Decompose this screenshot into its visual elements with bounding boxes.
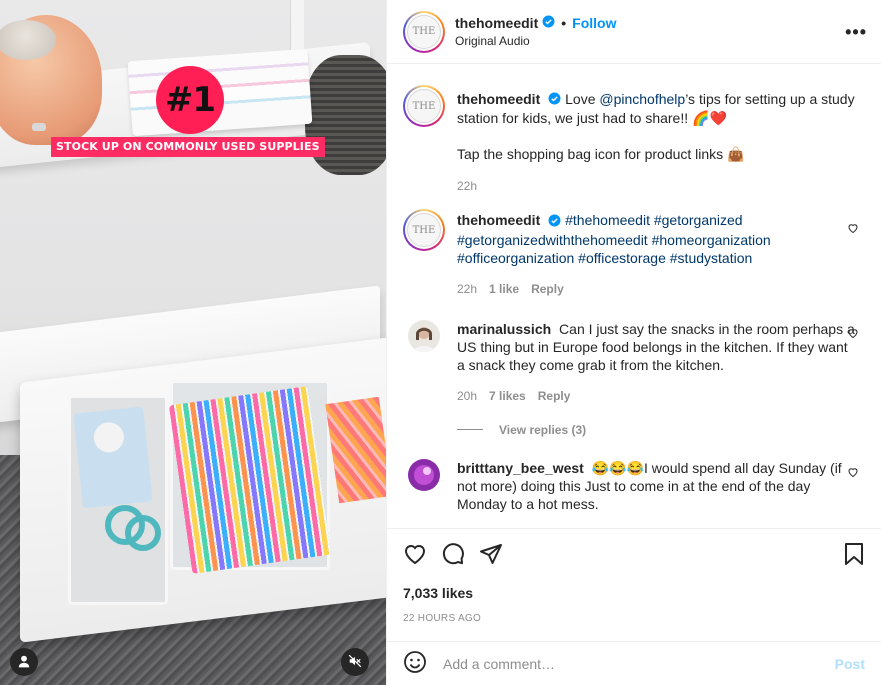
comment-item: marinalussich Can I just say the snacks … <box>403 319 865 405</box>
verified-badge-icon <box>542 15 555 31</box>
likes-count[interactable]: 7,033 likes <box>403 585 865 601</box>
hashtag-link[interactable]: #officestorage <box>578 250 666 266</box>
commenter-avatar[interactable] <box>408 458 440 491</box>
comment-username[interactable]: britttany_bee_west <box>457 460 584 476</box>
post-timestamp[interactable]: 22 HOURS AGO <box>403 613 865 624</box>
comment-bubble-icon[interactable] <box>441 542 465 569</box>
view-replies-label: View replies (3) <box>499 422 587 437</box>
like-comment-heart-icon[interactable] <box>847 465 859 481</box>
caption-second-paragraph: Tap the shopping bag icon for product li… <box>457 146 745 163</box>
comment-input[interactable]: Add a comment… <box>443 656 835 672</box>
comment-username[interactable]: marinalussich <box>457 321 551 337</box>
woven-basket <box>305 55 386 175</box>
hashtag-link[interactable]: #homeorganization <box>652 232 771 248</box>
comments-list[interactable]: THE thehomeedit Love @pinchofhelp’s tips… <box>387 65 881 527</box>
author-username[interactable]: thehomeedit <box>455 15 538 31</box>
avatar-monogram: THE <box>407 213 441 248</box>
author-avatar[interactable]: THE <box>403 85 445 127</box>
comment-likes[interactable]: 1 like <box>489 280 519 298</box>
scissors-handle <box>125 515 161 551</box>
hashtag-link[interactable]: #studystation <box>670 250 753 266</box>
add-comment-bar: Add a comment… Post <box>387 641 881 685</box>
share-paper-plane-icon[interactable] <box>479 542 503 569</box>
separator-dot: • <box>561 15 567 31</box>
comment-item: THE thehomeedit #thehomeedit #getorganiz… <box>403 209 865 297</box>
speaker-muted-icon <box>348 654 362 671</box>
hashtag-link[interactable]: #getorganizedwiththehomeedit <box>457 232 648 248</box>
comment-likes[interactable]: 7 likes <box>489 387 526 405</box>
caption-text-start: Love <box>565 91 600 107</box>
hashtag-link[interactable]: #officeorganization <box>457 250 574 266</box>
comment-username[interactable]: thehomeedit <box>457 212 540 228</box>
user-icon <box>17 654 31 671</box>
post-header: THE thehomeedit • Follow Original Audio … <box>387 0 881 64</box>
number-one-badge: #1 <box>156 66 224 134</box>
mention-link[interactable]: @pinchofhelp <box>599 91 685 107</box>
verified-badge-icon <box>548 213 561 231</box>
replies-divider <box>457 429 483 431</box>
tagged-users-button[interactable] <box>10 648 38 676</box>
emoji-smiley-icon[interactable] <box>403 650 427 677</box>
markers-and-pens <box>168 386 332 574</box>
hashtag-link[interactable]: #getorganized <box>654 212 743 228</box>
commenter-avatar[interactable] <box>408 319 440 352</box>
comment-time[interactable]: 20h <box>457 387 477 405</box>
like-comment-heart-icon[interactable] <box>847 326 859 342</box>
reply-button[interactable]: Reply <box>531 280 564 298</box>
comment-time[interactable]: 22h <box>457 177 477 195</box>
reply-button[interactable]: Reply <box>538 387 571 405</box>
author-avatar[interactable]: THE <box>403 10 445 53</box>
comment-username[interactable]: thehomeedit <box>457 91 540 107</box>
post-comment-button[interactable]: Post <box>835 656 865 672</box>
mute-button[interactable] <box>341 648 369 676</box>
post-media-video[interactable]: #1 STOCK UP ON COMMONLY USED SUPPLIES <box>0 0 386 685</box>
comment-time[interactable]: 22h <box>457 280 477 298</box>
avatar-monogram: THE <box>407 14 441 49</box>
author-avatar[interactable]: THE <box>403 209 445 252</box>
hashtag-link[interactable]: #thehomeedit <box>565 212 650 228</box>
comment-item: britttany_bee_west 😂😂😂I would spend all … <box>403 458 865 513</box>
post-actions: 7,033 likes 22 HOURS AGO <box>387 528 881 624</box>
verified-badge-icon <box>548 91 561 109</box>
like-heart-icon[interactable] <box>403 542 427 569</box>
like-comment-heart-icon[interactable] <box>847 221 859 237</box>
bookmark-icon[interactable] <box>843 542 865 569</box>
audio-link[interactable]: Original Audio <box>455 34 616 48</box>
follow-button[interactable]: Follow <box>572 15 616 31</box>
post-caption: THE thehomeedit Love @pinchofhelp’s tips… <box>403 85 865 195</box>
avatar-monogram: THE <box>407 89 441 123</box>
view-replies-button[interactable]: View replies (3) <box>457 423 865 437</box>
video-caption-banner: STOCK UP ON COMMONLY USED SUPPLIES <box>51 137 325 157</box>
diffuser <box>0 15 102 145</box>
more-options-icon[interactable]: ••• <box>845 22 867 43</box>
tissue-box <box>73 406 153 509</box>
post-details-panel: THE thehomeedit • Follow Original Audio … <box>386 0 881 685</box>
